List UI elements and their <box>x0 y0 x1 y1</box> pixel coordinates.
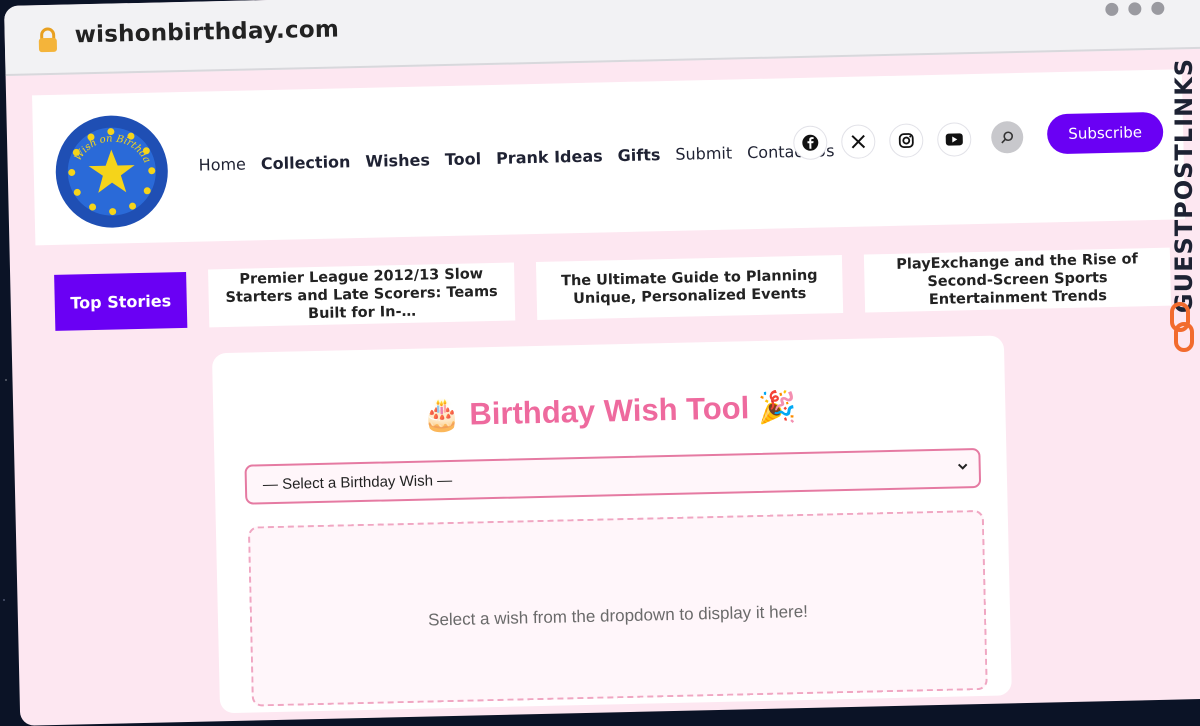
nav-wishes[interactable]: Wishes <box>365 150 430 170</box>
chevron-down-icon <box>957 463 968 470</box>
search-icon <box>1001 131 1014 144</box>
wish-tool-card: 🎂 Birthday Wish Tool 🎉 — Select a Birthd… <box>211 335 1012 714</box>
browser-toolbar: wishonbirthday.com <box>4 0 1200 76</box>
nav-gifts[interactable]: Gifts <box>617 145 660 165</box>
nav-prank-ideas[interactable]: Prank Ideas <box>496 146 603 167</box>
window-dot[interactable] <box>1151 1 1165 15</box>
window-dot[interactable] <box>1128 2 1142 16</box>
subscribe-button[interactable]: Subscribe <box>1046 111 1164 155</box>
wish-select-value: — Select a Birthday Wish — <box>262 471 453 494</box>
nav-submit[interactable]: Submit <box>675 144 732 164</box>
x-icon[interactable] <box>840 124 876 160</box>
youtube-icon[interactable] <box>936 122 972 157</box>
lock-icon <box>38 27 57 53</box>
window-controls <box>1105 1 1165 17</box>
nav-tool[interactable]: Tool <box>445 149 482 169</box>
nav-collection[interactable]: Collection <box>261 152 351 173</box>
wish-placeholder-text: Select a wish from the dropdown to displ… <box>427 601 809 630</box>
address-bar-url[interactable]: wishonbirthday.com <box>74 16 339 48</box>
link-logo-icon <box>1170 302 1194 352</box>
story-link[interactable]: The Ultimate Guide to Planning Unique, P… <box>535 255 844 320</box>
story-link[interactable]: PlayExchange and the Rise of Second-Scre… <box>863 247 1172 313</box>
browser-window: wishonbirthday.com Wish on Birthday Home… <box>4 0 1200 726</box>
social-links <box>792 122 972 161</box>
top-stories-bar: Top Stories Premier League 2012/13 Slow … <box>28 241 1194 351</box>
site-logo[interactable]: Wish on Birthday <box>52 112 171 231</box>
page-content: Wish on Birthday Home Collection Wishes … <box>6 69 1200 352</box>
nav-home[interactable]: Home <box>198 155 246 175</box>
wish-display-area: Select a wish from the dropdown to displ… <box>247 509 988 707</box>
main-nav: Home Collection Wishes Tool Prank Ideas … <box>198 141 849 175</box>
story-link[interactable]: Premier League 2012/13 Slow Starters and… <box>208 262 516 328</box>
instagram-icon[interactable] <box>888 123 924 158</box>
window-dot[interactable] <box>1105 2 1119 17</box>
wish-select[interactable]: — Select a Birthday Wish — <box>244 447 982 505</box>
tool-title: 🎂 Birthday Wish Tool 🎉 <box>421 389 797 433</box>
facebook-icon[interactable] <box>792 125 828 161</box>
top-stories-label[interactable]: Top Stories <box>54 271 188 331</box>
guestpostlinks-watermark: GUESTPOSTLINKS <box>1170 58 1198 314</box>
search-button[interactable] <box>990 120 1024 154</box>
site-header: Wish on Birthday Home Collection Wishes … <box>32 69 1186 246</box>
